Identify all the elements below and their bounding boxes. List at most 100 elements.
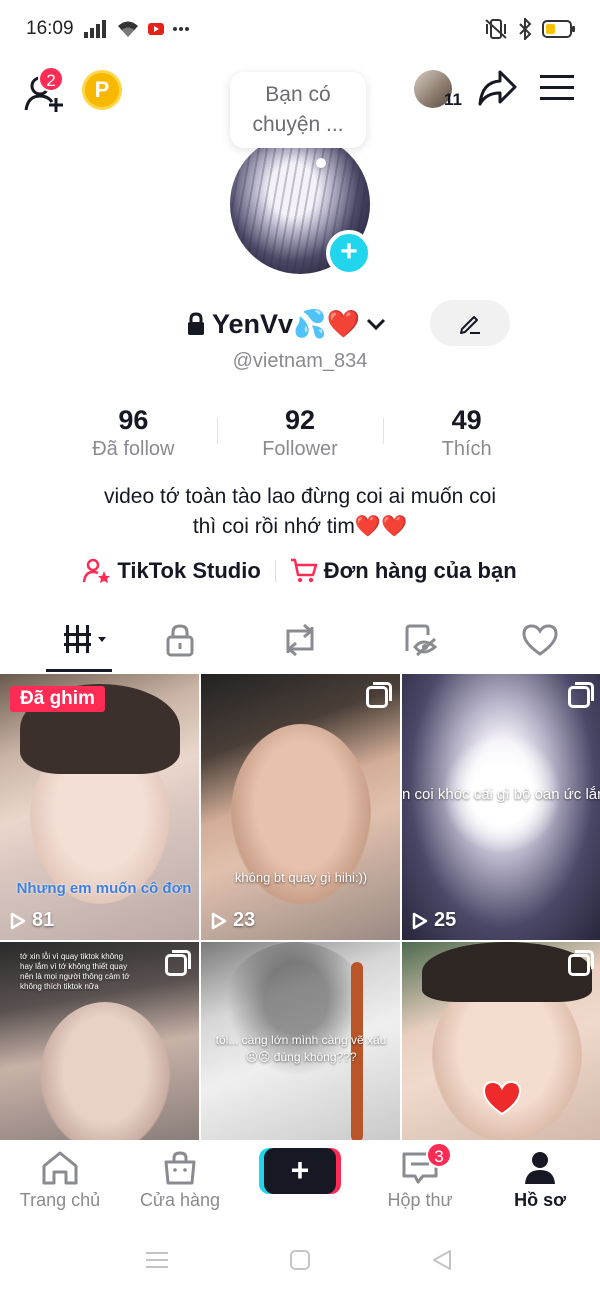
menu-button[interactable] xyxy=(540,74,574,107)
photo-carousel-icon xyxy=(568,950,594,976)
stat-likes[interactable]: 49 Thích xyxy=(383,404,550,461)
video-caption: không bt quay gì hihi:)) xyxy=(234,870,368,885)
tab-liked[interactable] xyxy=(480,610,600,670)
pinned-badge: Đã ghim xyxy=(10,686,105,712)
repost-icon xyxy=(286,623,314,657)
status-bar: 16:09 xyxy=(0,0,600,60)
creator-star-icon xyxy=(83,558,111,583)
recent-apps-icon[interactable] xyxy=(146,1250,168,1270)
stats-row: 96 Đã follow 92 Follower 49 Thích xyxy=(50,404,550,461)
wifi-icon xyxy=(118,21,138,37)
profile-links: TikTok Studio Đơn hàng của bạn xyxy=(0,558,600,584)
tab-reposts[interactable] xyxy=(240,610,360,670)
stat-followers[interactable]: 92 Follower xyxy=(216,404,384,461)
shop-bag-icon xyxy=(164,1151,196,1185)
video-caption: Nhưng em muốn cô đơn xyxy=(16,880,192,897)
more-dots-icon xyxy=(173,27,189,31)
cart-icon xyxy=(290,558,318,583)
video-tile[interactable]: không bt quay gì hihi:)) 23 xyxy=(201,674,400,940)
view-count-value: 23 xyxy=(233,909,256,931)
tiktok-studio-link[interactable]: TikTok Studio xyxy=(83,558,261,584)
system-nav-bar xyxy=(0,1222,600,1300)
video-tile[interactable] xyxy=(402,942,600,1140)
stat-following-value: 96 xyxy=(118,405,149,435)
create-button[interactable]: + xyxy=(264,1148,336,1194)
view-count: 25 xyxy=(412,909,456,932)
play-icon xyxy=(412,912,428,929)
heart-icon xyxy=(522,624,558,656)
note-bubble-tail xyxy=(316,158,326,168)
vibrate-icon xyxy=(485,19,507,39)
stat-followers-label: Follower xyxy=(262,438,338,460)
video-tile[interactable]: tớ xin lỗi vì quay tiktok không hay lắm … xyxy=(0,942,199,1140)
username: @vietnam_834 xyxy=(232,350,368,372)
video-caption: n coi khóc cái gì bộ oan ức lắm h xyxy=(402,786,600,803)
edit-profile-button[interactable] xyxy=(430,300,510,346)
tab-private[interactable] xyxy=(120,610,240,670)
stat-following[interactable]: 96 Đã follow xyxy=(50,404,217,461)
video-tile[interactable]: Đã ghim Nhưng em muốn cô đơn 81 xyxy=(0,674,199,940)
video-caption: tôi... càng lớn mình càng vẽ xấu😣😣 đúng … xyxy=(215,1033,387,1064)
bio-line2: thì coi rồi nhớ tim❤️❤️ xyxy=(192,515,408,538)
back-system-icon[interactable] xyxy=(430,1248,454,1272)
note-bubble-line1: Bạn có xyxy=(265,83,331,106)
inbox-badge: 3 xyxy=(426,1142,452,1168)
view-count: 81 xyxy=(10,909,54,932)
chevron-down-icon xyxy=(367,318,386,331)
stat-followers-value: 92 xyxy=(284,405,316,435)
heart-sticker-icon xyxy=(482,1080,522,1116)
youtube-icon xyxy=(148,23,164,35)
orders-link[interactable]: Đơn hàng của bạn xyxy=(290,558,517,584)
hamburger-menu-icon xyxy=(540,75,574,100)
nav-shop-label: Cửa hàng xyxy=(139,1190,221,1210)
photo-carousel-icon xyxy=(366,682,392,708)
stat-likes-label: Thích xyxy=(441,438,492,460)
home-system-icon[interactable] xyxy=(289,1249,311,1271)
bluetooth-icon xyxy=(519,18,532,40)
video-tile[interactable]: tôi... càng lớn mình càng vẽ xấu😣😣 đúng … xyxy=(201,942,400,1140)
nav-inbox-label: Hộp thư xyxy=(387,1190,453,1210)
coin-icon[interactable]: P xyxy=(82,70,122,110)
status-time: 16:09 xyxy=(26,18,74,39)
add-friend-button[interactable]: 2 xyxy=(24,66,64,112)
display-name: YenVv💦❤️ xyxy=(212,309,361,339)
bottom-nav: Trang chủ Cửa hàng 3 Hộp thư Hồ sơ + xyxy=(0,1140,600,1220)
nav-profile[interactable]: Hồ sơ xyxy=(480,1140,600,1220)
tab-videos[interactable] xyxy=(0,610,120,672)
video-tile[interactable]: n coi khóc cái gì bộ oan ức lắm h 25 xyxy=(402,674,600,940)
nav-inbox[interactable]: 3 Hộp thư xyxy=(360,1140,480,1220)
tab-hidden[interactable] xyxy=(360,610,480,670)
links-divider xyxy=(274,560,276,582)
play-icon xyxy=(211,912,227,929)
nav-home[interactable]: Trang chủ xyxy=(0,1140,120,1220)
video-caption: tớ xin lỗi vì quay tiktok không hay lắm … xyxy=(20,952,130,991)
view-count: 23 xyxy=(211,909,255,932)
view-count-value: 81 xyxy=(32,909,55,931)
bio-line1: video tớ toàn tào lao đừng coi ai muốn c… xyxy=(103,485,497,508)
orders-label: Đơn hàng của bạn xyxy=(323,558,517,583)
video-grid: Đã ghim Nhưng em muốn cô đơn 81 không bt… xyxy=(0,674,600,1140)
videos-grid-icon xyxy=(64,625,106,653)
photo-carousel-icon xyxy=(568,682,594,708)
status-right-icons xyxy=(484,18,576,40)
lock-icon xyxy=(166,624,194,657)
share-arrow-icon xyxy=(478,70,517,106)
profile-bio: video tớ toàn tào lao đừng coi ai muốn c… xyxy=(40,482,560,542)
lock-icon xyxy=(188,312,204,335)
nav-home-label: Trang chủ xyxy=(19,1190,101,1210)
video-thumbnail xyxy=(40,1002,170,1140)
note-bubble-line2: chuyện ... xyxy=(252,113,344,136)
tiktok-studio-label: TikTok Studio xyxy=(117,558,261,583)
note-bubble[interactable]: Bạn có chuyện ... xyxy=(230,72,366,148)
avatar-add-button[interactable]: + xyxy=(326,230,372,276)
nav-shop[interactable]: Cửa hàng xyxy=(120,1140,240,1220)
name-row[interactable]: YenVv💦❤️ xyxy=(186,302,386,346)
content-tabs xyxy=(0,610,600,674)
signal-icon xyxy=(84,20,106,38)
stat-likes-value: 49 xyxy=(451,405,482,435)
share-button[interactable] xyxy=(476,68,518,113)
friends-count: 11 xyxy=(444,90,462,109)
profile-person-icon xyxy=(525,1152,555,1184)
nav-profile-label: Hồ sơ xyxy=(514,1190,566,1210)
hidden-eye-icon xyxy=(405,624,437,657)
